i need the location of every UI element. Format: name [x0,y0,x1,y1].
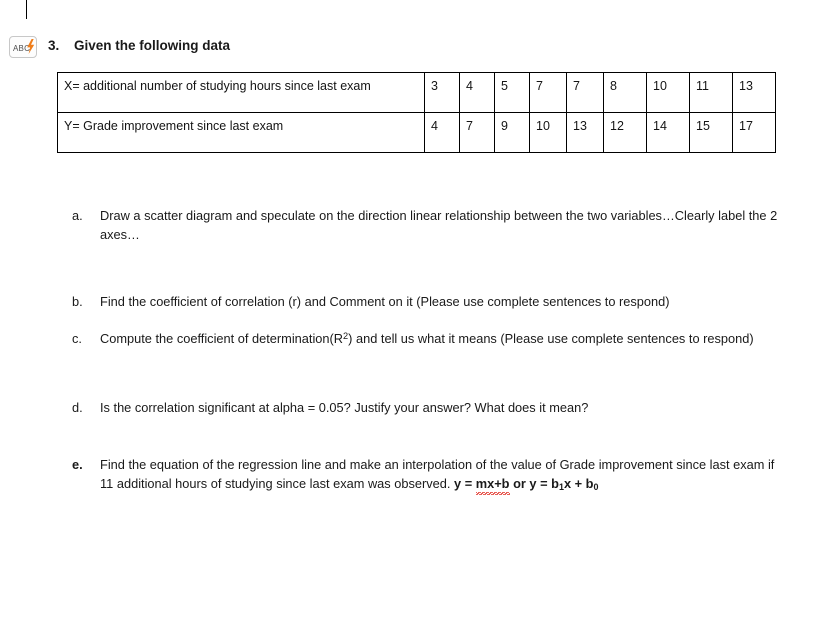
list-text-c-before: Compute the coefficient of determination… [100,331,344,346]
cell-x-2: 4 [459,72,495,113]
row-label-x: X= additional number of studying hours s… [57,72,425,113]
cell-y-1: 4 [424,112,460,153]
list-marker-a: a. [72,208,83,223]
table-row: Y= Grade improvement since last exam 4 7… [57,112,776,153]
data-table: X= additional number of studying hours s… [57,72,776,153]
list-item-b: b. Find the coefficient of correlation (… [72,292,784,311]
regression-formula: y = mx+b or y = b1x + b0 [450,474,599,495]
question-title-text: Given the following data [74,38,231,53]
cell-y-2: 7 [459,112,495,153]
cell-y-9: 17 [732,112,776,153]
cell-x-4: 7 [529,72,567,113]
formula-sub-1: 1 [558,482,564,493]
cell-y-5: 13 [566,112,604,153]
list-text-c: Compute the coefficient of determination… [100,329,784,350]
cell-x-8: 11 [689,72,733,113]
cell-y-8: 15 [689,112,733,153]
cell-x-6: 8 [603,72,647,113]
cell-x-1: 3 [424,72,460,113]
list-item-d: d. Is the correlation significant at alp… [72,398,784,417]
misspelled-word-mxb: mx+b [475,474,510,495]
question-number: 3. [48,38,60,53]
list-text-b: Find the coefficient of correlation (r) … [100,294,670,309]
cell-y-3: 9 [494,112,530,153]
list-marker-e: e. [72,457,83,472]
list-item-c: c. Compute the coefficient of determinat… [72,329,784,350]
formula-part2: or y = b [509,476,559,491]
cell-x-9: 13 [732,72,776,113]
cell-x-7: 10 [646,72,690,113]
list-marker-d: d. [72,400,83,415]
row-label-y: Y= Grade improvement since last exam [57,112,425,153]
cell-y-6: 12 [603,112,647,153]
lightning-bolt-icon [27,39,35,54]
list-marker-c: c. [72,331,82,346]
list-marker-b: b. [72,294,83,309]
cell-y-7: 14 [646,112,690,153]
table-row: X= additional number of studying hours s… [57,72,776,113]
formula-part1: y = [454,476,476,491]
page-title: 3. Given the following data [48,37,230,55]
spell-check-proofing-icon[interactable]: ABC [9,36,37,58]
cell-x-5: 7 [566,72,604,113]
formula-sub-0: 0 [593,482,599,493]
list-item-a: a. Draw a scatter diagram and speculate … [72,206,784,244]
question-list: a. Draw a scatter diagram and speculate … [72,206,784,495]
list-text-e: Find the equation of the regression line… [100,455,784,495]
list-text-d: Is the correlation significant at alpha … [100,400,589,415]
formula-part3: x + b [563,476,594,491]
r-squared-superscript: 2 [343,331,349,342]
cell-x-3: 5 [494,72,530,113]
cell-y-4: 10 [529,112,567,153]
list-text-e-main: Find the equation of the regression line… [100,457,775,491]
list-text-a: Draw a scatter diagram and speculate on … [100,208,778,242]
text-cursor-caret [26,0,27,19]
list-text-c-after: ) and tell us what it means (Please use … [348,331,754,346]
list-item-e: e. Find the equation of the regression l… [72,455,784,495]
